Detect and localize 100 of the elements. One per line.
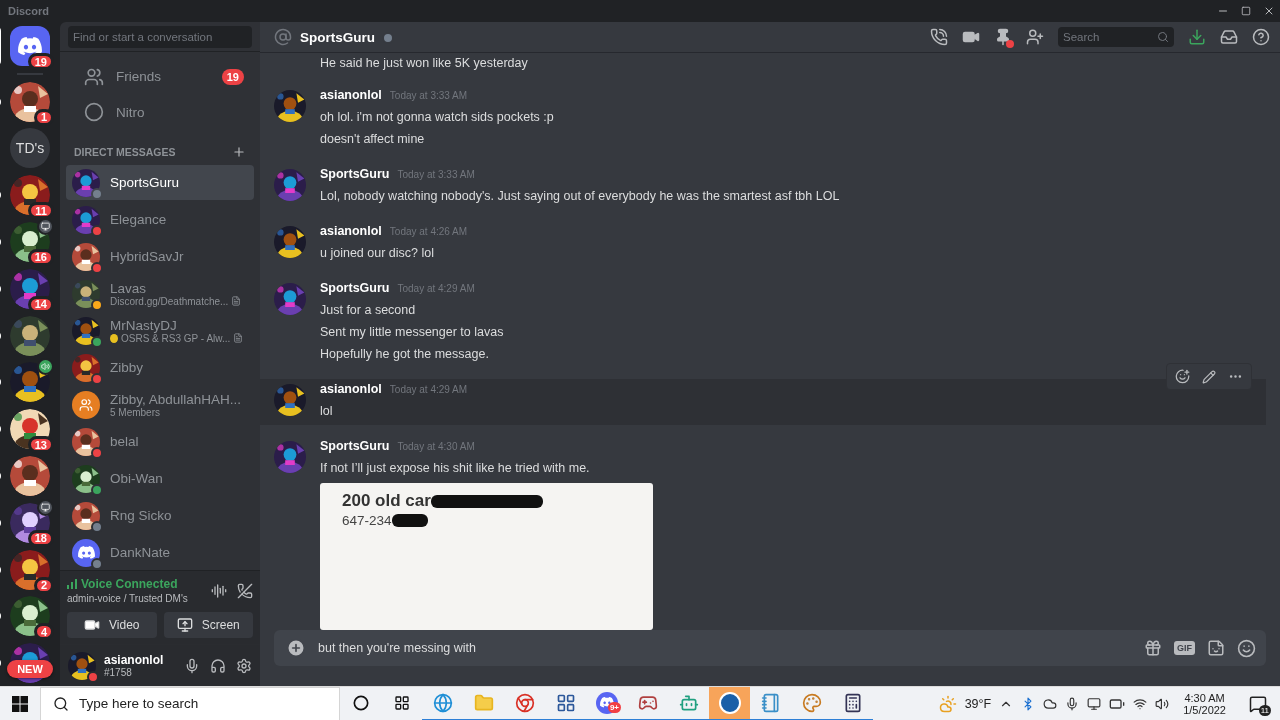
camera-icon [84,617,100,633]
add-reaction-icon[interactable] [1175,369,1190,384]
monitor-icon[interactable] [1087,696,1102,711]
dm-item[interactable]: Rng Sicko [66,498,254,533]
author-name[interactable]: SportsGuru [320,281,390,295]
dm-item[interactable]: Zibby, AbdullahHAH... 5 Members [66,387,254,422]
dm-item[interactable]: MrNastyDJ OSRS & RS3 GP - Alw... [66,313,254,348]
author-name[interactable]: asianonlol [320,382,382,396]
message-text: lol [320,403,334,420]
attachment-text: 200 old car [342,491,431,511]
dm-name: Rng Sicko [110,508,172,523]
add-attachment-icon[interactable] [286,638,306,658]
inbox-icon[interactable] [1220,28,1238,46]
dm-item[interactable]: DankNate [66,535,254,570]
server-button[interactable] [10,362,50,403]
discord-logo-icon [18,36,42,56]
dm-name: Zibby [110,360,143,375]
audio-icon[interactable] [211,582,227,599]
message-text: doesn't affect mine [320,131,426,148]
wifi-icon[interactable] [1133,696,1148,711]
gif-button[interactable]: GIF [1174,641,1195,655]
video-button[interactable]: Video [67,612,157,638]
section-title: DIRECT MESSAGES [74,146,176,158]
add-friend-icon[interactable] [1026,28,1044,46]
server-button[interactable] [10,596,50,637]
search-field[interactable]: Type here to search [79,696,327,711]
settings-icon[interactable] [236,657,252,674]
at-icon [274,28,292,46]
download-icon[interactable] [1188,28,1206,46]
dm-item[interactable]: Elegance [66,202,254,237]
home-button[interactable] [10,26,50,66]
author-name[interactable]: asianonlol [320,88,382,102]
server-button[interactable]: TD's [10,128,50,169]
search-icon [53,695,69,712]
disconnect-icon[interactable] [237,582,253,599]
search-box[interactable]: Search [1058,27,1174,47]
dm-item[interactable]: HybridSavJr [66,239,254,274]
signal-icon [67,579,77,589]
sticker-icon[interactable] [1207,639,1225,657]
message-field[interactable]: but then you're messing with [318,641,1132,655]
dm-item[interactable]: belal [66,424,254,459]
app-title: Discord [8,5,49,17]
server-button[interactable] [10,409,50,450]
screen-button[interactable]: Screen [163,612,253,638]
author-name[interactable]: asianonlol [320,224,382,238]
message-box[interactable]: but then you're messing with GIF [274,630,1266,666]
search-box[interactable]: Type here to search [40,686,340,720]
timestamp: Today at 4:29 AM [389,384,468,395]
button-label: Video [109,618,140,632]
pin-icon[interactable] [994,28,1012,46]
call-icon[interactable] [930,28,948,46]
circle-icon [352,694,369,711]
server-button[interactable] [10,315,50,356]
dm-name: Elegance [110,212,167,227]
mic-icon[interactable] [1065,696,1080,711]
search-field[interactable]: Search [1063,31,1157,43]
gift-icon[interactable] [1144,639,1162,657]
mic-icon[interactable] [184,657,200,674]
new-button[interactable]: NEW [7,660,53,678]
notification-count: 11 [1258,704,1271,716]
group-avatar [72,390,100,419]
author-name[interactable]: SportsGuru [320,439,390,453]
notifications-button[interactable]: 11 [1240,686,1276,720]
folder-icon [473,692,494,713]
headphones-icon[interactable] [210,657,226,674]
message-text: If not I’ll just expose his shit like he tried with me. [320,460,591,477]
taskbar-app[interactable] [709,686,750,720]
redaction-mark [391,514,428,527]
search-field[interactable]: Find or start a conversation [68,25,252,48]
weather-icon [938,694,957,713]
volume-icon[interactable] [1155,696,1170,711]
server-button[interactable] [10,549,50,590]
clock[interactable]: 4:30 AM 1/5/2022 [1177,691,1232,716]
channel-name: SportsGuru [300,29,375,45]
mention-badge: 19 [27,53,54,70]
timestamp: Today at 4:29 AM [397,283,475,294]
dm-item[interactable]: Zibby [66,350,254,385]
message-text: He said he just won like 5K yesterday [320,55,529,72]
dm-item[interactable]: SportsGuru [66,165,254,200]
add-icon[interactable] [232,145,246,159]
server-button[interactable] [10,455,50,496]
nav-item[interactable]: Nitro [66,95,254,129]
dm-item[interactable]: Obi-Wan [66,461,254,496]
server-button[interactable] [10,175,50,216]
taskbar-app[interactable]: 9+ [586,686,627,720]
help-icon[interactable] [1252,28,1270,46]
server-button[interactable] [10,268,50,309]
emoji-icon[interactable] [1237,638,1256,658]
dm-item[interactable]: Lavas Discord.gg/Deathmatche... [66,276,254,311]
button-label: Screen [201,618,240,632]
maximize-icon [1240,6,1251,16]
edit-icon[interactable] [1202,369,1216,384]
author-name[interactable]: SportsGuru [320,167,390,181]
dm-name: Zibby, AbdullahHAH... [110,391,242,407]
voice-channel: admin-voice / Trusted DM's [67,593,188,604]
timestamp: Today at 3:33 AM [397,169,475,180]
message-text: u joined our disc? lol [320,245,435,262]
nav-item[interactable]: Friends 19 [66,60,254,94]
server-button[interactable] [10,81,50,122]
cloud-icon[interactable] [1043,696,1058,711]
